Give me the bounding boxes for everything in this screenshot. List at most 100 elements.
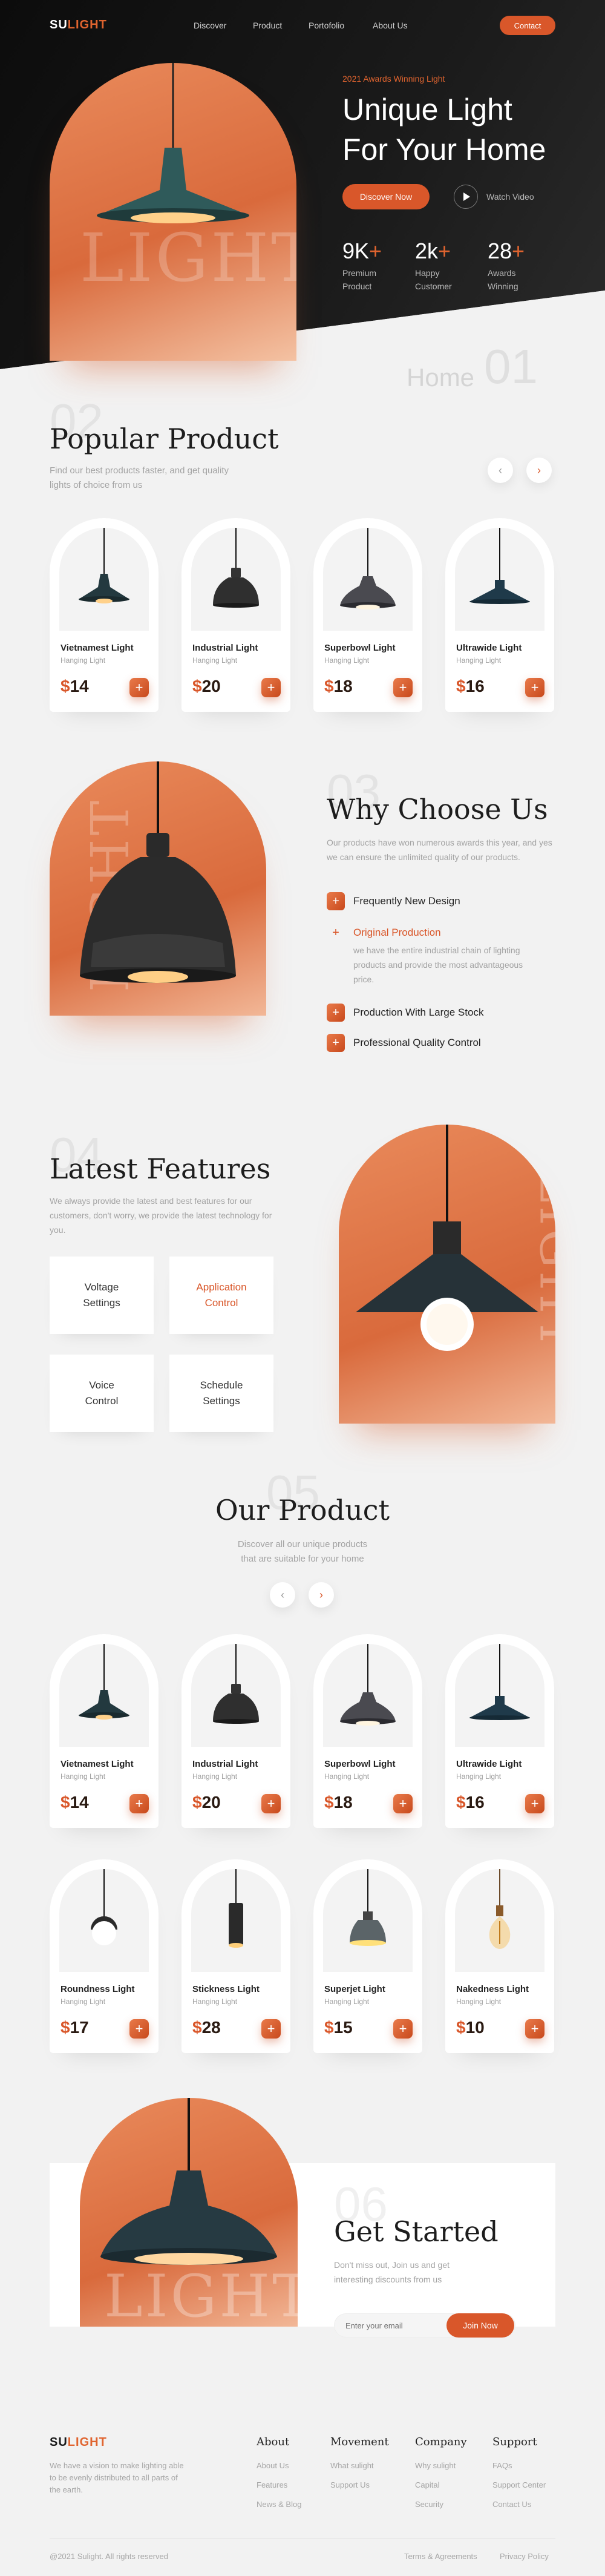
add-to-cart-button[interactable]: + xyxy=(129,678,149,697)
add-to-cart-button[interactable]: + xyxy=(129,1794,149,1813)
footer-link[interactable]: Security xyxy=(415,2500,443,2509)
privacy-link[interactable]: Privacy Policy xyxy=(500,2552,549,2561)
why-item-quality-control[interactable]: + Professional Quality Control xyxy=(327,1034,481,1052)
award-text: 2021 Awards Winning Light xyxy=(342,74,445,84)
add-to-cart-button[interactable]: + xyxy=(261,678,281,697)
product-price: $20 xyxy=(192,1793,221,1812)
footer-link[interactable]: Support Center xyxy=(492,2480,546,2489)
footer-link[interactable]: Features xyxy=(257,2480,287,2489)
stat-awards-value: 28+ xyxy=(488,238,525,263)
hero-lamp-icon xyxy=(97,63,249,223)
our-product-prev-button[interactable]: ‹ xyxy=(270,1582,295,1608)
stat-awards-label: Awards Winning xyxy=(488,268,518,291)
product-card[interactable]: Nakedness Light Hanging Light $10 + xyxy=(445,1859,554,2053)
product-card[interactable]: Ultrawide Light Hanging Light $16 + xyxy=(445,518,554,712)
product-card[interactable]: Vietnamest Light Hanging Light $14 + xyxy=(50,518,159,712)
add-to-cart-button[interactable]: + xyxy=(393,678,413,697)
add-to-cart-button[interactable]: + xyxy=(525,1794,544,1813)
product-name: Stickness Light xyxy=(192,1984,260,1994)
product-card[interactable]: Stickness Light Hanging Light $28 + xyxy=(182,1859,290,2053)
product-price: $18 xyxy=(324,1793,353,1812)
plus-icon: + xyxy=(327,1034,345,1052)
popular-prev-button[interactable]: ‹ xyxy=(488,458,513,483)
feature-voice-control[interactable]: Voice Control xyxy=(50,1355,154,1432)
add-to-cart-button[interactable]: + xyxy=(393,2019,413,2039)
product-price: $14 xyxy=(60,1793,89,1812)
product-image xyxy=(323,1869,413,1972)
footer-link[interactable]: What sulight xyxy=(330,2461,374,2470)
our-product-next-button[interactable]: › xyxy=(309,1582,334,1608)
lamp-icon xyxy=(455,1644,544,1747)
discover-button[interactable]: Discover Now xyxy=(342,184,430,209)
logo-light: LIGHT xyxy=(67,18,107,31)
feature-schedule-settings[interactable]: Schedule Settings xyxy=(169,1355,273,1432)
lamp-icon xyxy=(323,1644,413,1747)
footer-link[interactable]: About Us xyxy=(257,2461,289,2470)
footer-heading-support: Support xyxy=(492,2436,537,2448)
watch-video-link[interactable]: Watch Video xyxy=(486,192,534,202)
logo[interactable]: SULIGHT xyxy=(50,18,107,32)
product-image xyxy=(59,1644,149,1747)
add-to-cart-button[interactable]: + xyxy=(393,1794,413,1813)
product-category: Hanging Light xyxy=(456,1772,502,1781)
feature-application-control[interactable]: Application Control xyxy=(169,1257,273,1334)
footer-link[interactable]: FAQs xyxy=(492,2461,512,2470)
why-item-large-stock[interactable]: + Production With Large Stock xyxy=(327,1004,483,1022)
why-image: LIGHT xyxy=(50,761,266,1016)
terms-link[interactable]: Terms & Agreements xyxy=(404,2552,477,2561)
nav-product[interactable]: Product xyxy=(253,21,282,30)
product-card[interactable]: Roundness Light Hanging Light $17 + xyxy=(50,1859,159,2053)
why-item-label: Production With Large Stock xyxy=(353,1007,484,1018)
why-item-label: Professional Quality Control xyxy=(353,1037,481,1048)
product-price: $14 xyxy=(60,677,89,695)
home-number: 01 xyxy=(484,340,538,393)
why-item-label: Original Production xyxy=(353,927,441,938)
footer-link[interactable]: Why sulight xyxy=(415,2461,456,2470)
add-to-cart-button[interactable]: + xyxy=(525,678,544,697)
footer-link[interactable]: Capital xyxy=(415,2480,439,2489)
product-card[interactable]: Industrial Light Hanging Light $20 + xyxy=(182,1634,290,1828)
add-to-cart-button[interactable]: + xyxy=(525,2019,544,2039)
features-lamp-icon xyxy=(356,1125,538,1351)
product-image xyxy=(323,528,413,631)
product-card[interactable]: Industrial Light Hanging Light $20 + xyxy=(182,518,290,712)
footer-link[interactable]: News & Blog xyxy=(257,2500,301,2509)
why-lamp-icon xyxy=(80,761,236,983)
product-image xyxy=(455,1644,544,1747)
product-card[interactable]: Superbowl Light Hanging Light $18 + xyxy=(313,518,422,712)
lamp-icon xyxy=(455,1869,544,1972)
nav-about[interactable]: About Us xyxy=(373,21,408,30)
contact-button[interactable]: Contact xyxy=(500,16,555,35)
features-desc: We always provide the latest and best fe… xyxy=(50,1196,272,1235)
nav-portfolio[interactable]: Portofolio xyxy=(309,21,344,30)
product-card[interactable]: Vietnamest Light Hanging Light $14 + xyxy=(50,1634,159,1828)
footer-divider xyxy=(50,2538,555,2539)
home-label: Home xyxy=(407,363,475,392)
join-now-button[interactable]: Join Now xyxy=(446,2313,514,2338)
product-image xyxy=(191,1869,281,1972)
product-card[interactable]: Ultrawide Light Hanging Light $16 + xyxy=(445,1634,554,1828)
product-category: Hanging Light xyxy=(456,656,502,665)
footer-logo[interactable]: SULIGHT xyxy=(50,2436,107,2450)
product-name: Roundness Light xyxy=(60,1984,135,1994)
why-item-original-production[interactable]: + Original Production xyxy=(327,924,441,942)
add-to-cart-button[interactable]: + xyxy=(129,2019,149,2039)
footer-link[interactable]: Support Us xyxy=(330,2480,370,2489)
why-item-new-design[interactable]: + Frequently New Design xyxy=(327,892,460,910)
footer-logo-light: LIGHT xyxy=(67,2436,107,2449)
product-card[interactable]: Superjet Light Hanging Light $15 + xyxy=(313,1859,422,2053)
popular-next-button[interactable]: › xyxy=(526,458,552,483)
logo-su: SU xyxy=(50,18,68,31)
footer-link[interactable]: Contact Us xyxy=(492,2500,531,2509)
lamp-icon xyxy=(323,528,413,631)
hero-title: Unique Light For Your Home xyxy=(342,90,546,169)
lamp-icon xyxy=(455,528,544,631)
hero-title-line2: For Your Home xyxy=(342,133,546,166)
play-button[interactable] xyxy=(454,185,478,209)
product-card[interactable]: Superbowl Light Hanging Light $18 + xyxy=(313,1634,422,1828)
add-to-cart-button[interactable]: + xyxy=(261,1794,281,1813)
add-to-cart-button[interactable]: + xyxy=(261,2019,281,2039)
nav-discover[interactable]: Discover xyxy=(194,21,226,30)
lamp-icon xyxy=(191,1644,281,1747)
feature-voltage-settings[interactable]: Voltage Settings xyxy=(50,1257,154,1334)
